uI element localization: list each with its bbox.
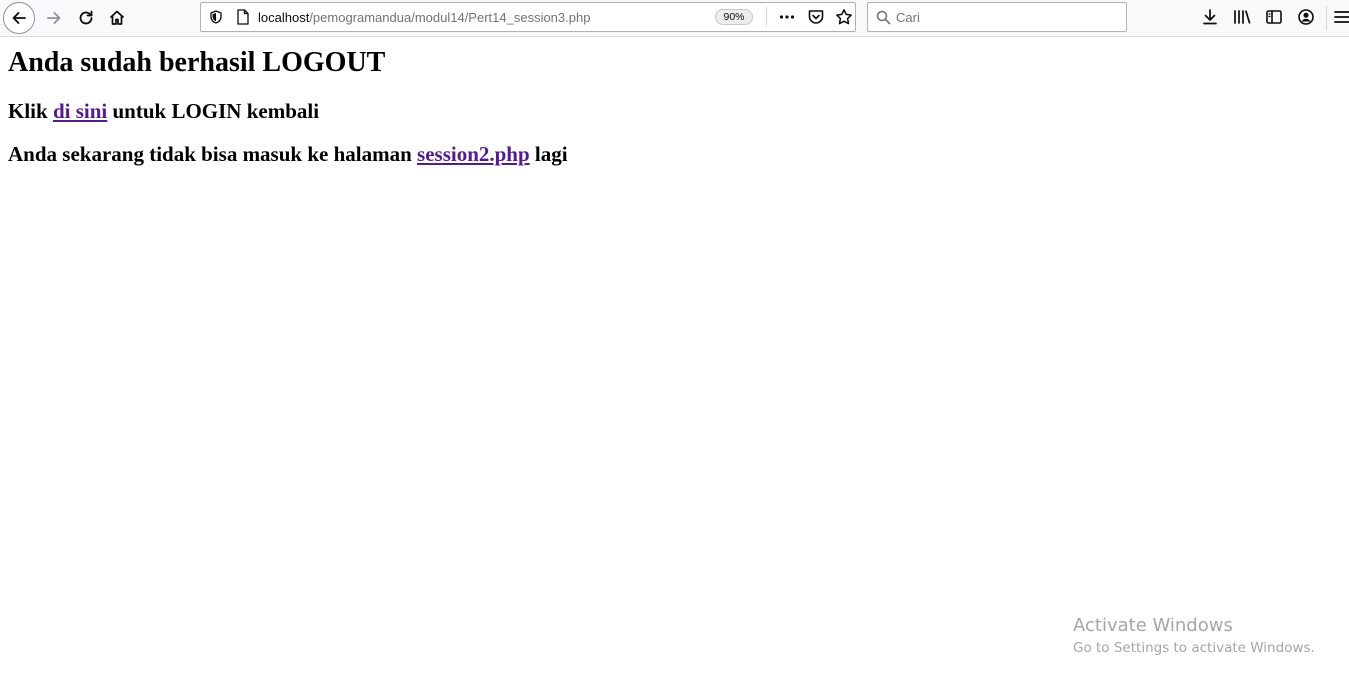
url-host: localhost — [258, 10, 310, 25]
arrow-left-icon — [12, 12, 26, 24]
activate-windows-watermark: Activate Windows Go to Settings to activ… — [1073, 614, 1315, 658]
search-bar[interactable] — [867, 2, 1127, 32]
sidebar-icon — [1266, 10, 1282, 24]
back-button[interactable] — [3, 2, 35, 34]
login-again-line: Klik di sini untuk LOGIN kembali — [8, 99, 319, 123]
page-actions-button[interactable] — [775, 5, 799, 29]
session-line-prefix: Anda sekarang tidak bisa masuk ke halama… — [8, 142, 418, 166]
home-button[interactable] — [103, 4, 131, 32]
watermark-subtitle: Go to Settings to activate Windows. — [1073, 640, 1315, 656]
home-icon — [109, 10, 125, 25]
browser-toolbar: localhost/pemogramandua/modul14/Pert14_s… — [0, 0, 1349, 37]
pocket-icon — [808, 10, 824, 24]
library-icon — [1234, 10, 1251, 24]
url-separator — [766, 7, 767, 27]
zoom-level-badge[interactable]: 90% — [715, 9, 753, 25]
download-icon — [1203, 9, 1217, 25]
star-icon — [836, 9, 852, 25]
page-info-icon[interactable] — [236, 9, 250, 25]
account-button[interactable] — [1293, 4, 1319, 30]
login-line-suffix: untuk LOGIN kembali — [107, 99, 320, 123]
page-heading: Anda sudah berhasil LOGOUT — [8, 47, 386, 78]
search-input[interactable] — [896, 7, 1116, 27]
more-dots-icon — [779, 15, 795, 19]
pocket-button[interactable] — [804, 5, 828, 29]
address-bar[interactable]: localhost/pemogramandua/modul14/Pert14_s… — [200, 2, 856, 32]
account-icon — [1298, 9, 1314, 25]
bookmark-star-button[interactable] — [832, 5, 856, 29]
toolbar-separator — [1326, 6, 1327, 30]
arrow-right-icon — [47, 12, 61, 24]
menu-button[interactable] — [1333, 4, 1349, 30]
reload-button[interactable] — [72, 4, 100, 32]
session-notice-line: Anda sekarang tidak bisa masuk ke halama… — [8, 142, 568, 166]
url-text[interactable]: localhost/pemogramandua/modul14/Pert14_s… — [258, 9, 590, 26]
session2-link[interactable]: session2.php — [417, 142, 530, 166]
library-button[interactable] — [1229, 4, 1255, 30]
forward-button[interactable] — [40, 4, 68, 32]
login-line-prefix: Klik — [8, 99, 53, 123]
session-line-suffix: lagi — [529, 142, 568, 166]
sidebar-toggle-button[interactable] — [1261, 4, 1287, 30]
login-link[interactable]: di sini — [53, 99, 107, 123]
watermark-title: Activate Windows — [1073, 615, 1233, 636]
hamburger-menu-icon — [1334, 11, 1349, 23]
search-icon — [876, 10, 891, 25]
reload-icon — [79, 10, 93, 25]
downloads-button[interactable] — [1197, 4, 1223, 30]
shield-icon[interactable] — [209, 10, 223, 24]
url-path: /pemogramandua/modul14/Pert14_session3.p… — [309, 10, 591, 25]
